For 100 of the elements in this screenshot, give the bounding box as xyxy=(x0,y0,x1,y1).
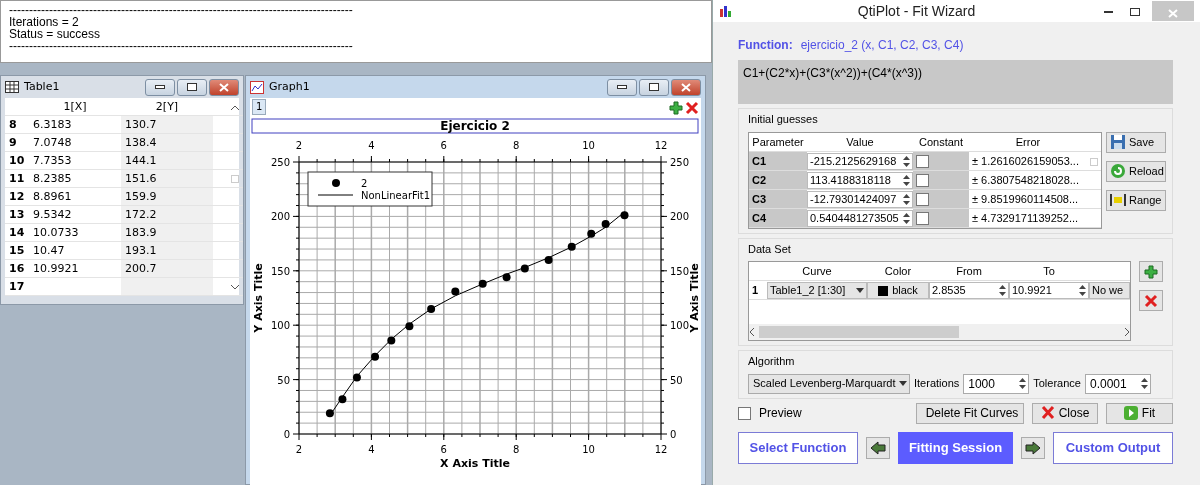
row-number: 16 xyxy=(5,260,29,278)
reload-button[interactable]: Reload xyxy=(1106,160,1166,182)
constant-checkbox[interactable] xyxy=(916,212,929,226)
preview-label[interactable]: Preview xyxy=(759,404,802,422)
scroll-down-icon xyxy=(231,284,239,290)
maximize-button[interactable] xyxy=(177,78,207,96)
x-tick-label: 12 xyxy=(654,444,668,455)
close-icon xyxy=(1040,405,1055,421)
curve-dropdown[interactable]: Table1_2 [1:30] xyxy=(767,282,867,299)
scroll-thumb-icon xyxy=(1090,157,1098,166)
function-name: ejercicio_2 (x, C1, C2, C3, C4) xyxy=(800,38,964,52)
scroll-thumb[interactable] xyxy=(759,326,959,338)
window-title: Table1 xyxy=(24,78,60,95)
x-tick-label: 4 xyxy=(368,140,375,151)
tolerance-spinbox[interactable]: 0.0001 xyxy=(1084,373,1151,394)
data-point xyxy=(620,211,629,220)
row-number: 12 xyxy=(5,188,29,206)
close-icon xyxy=(1168,9,1178,19)
layer-tab[interactable]: 1 xyxy=(252,99,267,115)
close-button[interactable]: Close xyxy=(1032,402,1098,424)
y-tick-label: 50 xyxy=(277,374,290,386)
table-cell: 130.7 xyxy=(121,116,213,134)
value-spinbox[interactable]: 113.4188318118 xyxy=(807,171,913,189)
algorithm-dropdown[interactable]: Scaled Levenberg-Marquardt xyxy=(748,373,910,394)
from-spinbox[interactable]: 2.8535 xyxy=(929,282,1009,299)
page-tab[interactable]: Select Function xyxy=(738,431,858,464)
function-label: Function: xyxy=(738,38,793,52)
left-arrow-icon xyxy=(870,440,887,455)
color-button[interactable]: black xyxy=(867,282,929,299)
y-tick-label: 100 xyxy=(670,320,690,332)
table-cell: 193.1 xyxy=(121,242,213,260)
spin-arrows-icon xyxy=(903,193,910,205)
close-button[interactable] xyxy=(209,78,239,96)
row-number: 17 xyxy=(5,278,29,296)
data-point xyxy=(520,264,529,273)
value-spinbox[interactable]: -215.2125629168 xyxy=(807,152,913,170)
remove-curve-button[interactable] xyxy=(1139,290,1163,311)
tolerance-label: Tolerance xyxy=(1033,376,1081,392)
window-title: QtiPlot - Fit Wizard xyxy=(856,1,977,21)
close-icon xyxy=(219,82,229,92)
range-button[interactable]: Range xyxy=(1106,189,1166,211)
to-spinbox[interactable]: 10.9921 xyxy=(1009,282,1089,299)
row-number: 9 xyxy=(5,134,29,152)
y-tick-label: 100 xyxy=(270,320,290,332)
delete-button[interactable]: Delete Fit Curves xyxy=(916,402,1024,424)
row-number: 11 xyxy=(5,170,29,188)
group-title: Initial guesses xyxy=(748,112,819,127)
save-button[interactable]: Save xyxy=(1106,131,1166,153)
iterations-spinbox[interactable]: 1000 xyxy=(963,373,1030,394)
next-button[interactable] xyxy=(1020,436,1046,459)
error-cell: ± 6.3807548218028... xyxy=(969,170,1087,190)
data-point xyxy=(567,242,576,251)
y-tick-label: 0 xyxy=(670,429,677,440)
horizontal-scrollbar[interactable] xyxy=(749,324,1130,340)
row-number: 15 xyxy=(5,242,29,260)
table-cell: 200.7 xyxy=(121,260,213,278)
value-spinbox[interactable]: -12.79301424097 xyxy=(807,190,913,208)
column-header[interactable]: 1[X] xyxy=(29,98,121,116)
previous-button[interactable] xyxy=(865,436,891,459)
table-cell: 172.2 xyxy=(121,206,213,224)
preview-checkbox[interactable] xyxy=(738,406,751,420)
weight-dropdown[interactable]: No we xyxy=(1089,282,1130,299)
spin-arrows-icon xyxy=(903,155,910,167)
formula-field[interactable]: C1+(C2*x)+(C3*(x^2))+(C4*(x^3)) xyxy=(738,60,1173,104)
app-icon xyxy=(719,4,733,18)
x-tick-label: 4 xyxy=(368,444,375,455)
value-spinbox[interactable]: 0.5404481273505 xyxy=(807,209,913,227)
maximize-icon xyxy=(187,83,197,91)
caret-icon xyxy=(856,288,864,293)
constant-checkbox[interactable] xyxy=(916,155,929,169)
legend-marker xyxy=(332,179,340,187)
maximize-button[interactable] xyxy=(639,78,669,96)
minimize-icon xyxy=(617,85,627,89)
constant-checkbox[interactable] xyxy=(916,193,929,207)
minimize-button[interactable] xyxy=(145,78,175,96)
page-tab[interactable]: Fitting Session xyxy=(898,431,1013,464)
minimize-button[interactable] xyxy=(607,78,637,96)
fit-button[interactable]: Fit xyxy=(1106,402,1173,424)
x-tick-label: 2 xyxy=(295,444,303,455)
y-tick-label: 250 xyxy=(670,157,690,168)
add-curve-button[interactable] xyxy=(1139,261,1163,282)
save-icon xyxy=(1110,134,1126,150)
plus-icon xyxy=(669,100,683,115)
table-icon xyxy=(5,81,19,93)
legend-label: 2 xyxy=(361,178,368,189)
data-point xyxy=(387,336,396,345)
data-point xyxy=(325,409,334,418)
log-line: -------------------------------------------------------------------------------------- xyxy=(9,4,354,16)
scroll-left-icon xyxy=(749,328,755,336)
y-axis-title: Y Axis Title xyxy=(252,263,265,333)
delete-icon xyxy=(1144,293,1158,308)
scroll-up-icon xyxy=(231,104,239,110)
group-title: Algorithm xyxy=(748,354,796,369)
close-button[interactable] xyxy=(671,78,701,96)
data-point xyxy=(587,229,596,238)
constant-checkbox[interactable] xyxy=(916,174,929,188)
scroll-right-icon xyxy=(1124,328,1130,336)
spin-arrows-icon xyxy=(999,285,1006,296)
data-point xyxy=(451,287,460,296)
page-tab[interactable]: Custom Output xyxy=(1053,431,1173,464)
